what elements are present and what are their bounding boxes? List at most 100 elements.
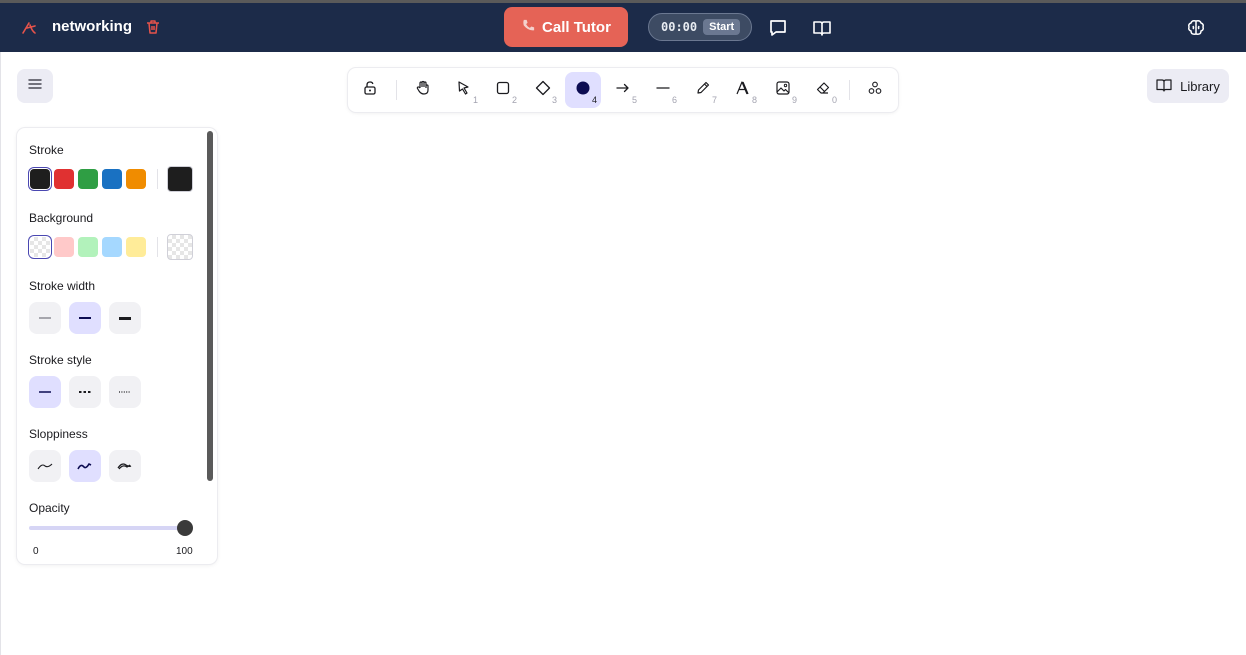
extra-bold-line-icon [119, 316, 131, 320]
stroke-swatch-black[interactable] [30, 169, 50, 189]
stroke-swatch-green[interactable] [78, 169, 98, 189]
cartoonist-stroke-icon [117, 463, 132, 470]
phone-icon [521, 18, 536, 37]
background-swatch-green[interactable] [78, 237, 98, 257]
stroke-swatch-blue[interactable] [102, 169, 122, 189]
brain-icon[interactable] [1185, 17, 1207, 39]
shortcut-key: 2 [511, 95, 517, 105]
eraser-icon [815, 80, 831, 101]
toolbar-separator [396, 80, 397, 100]
opacity-slider-track[interactable] [29, 526, 185, 530]
bold-line-icon [79, 317, 91, 319]
library-button[interactable]: Library [1147, 69, 1229, 103]
properties-panel [17, 128, 217, 564]
library-label: Library [1180, 78, 1220, 94]
shortcut-key: 3 [551, 95, 557, 105]
shape-toolbar: 1 2 3 4 5 6 7 8 9 0 [348, 68, 898, 112]
arrow-right-icon [615, 80, 631, 101]
shortcut-key: 1 [472, 95, 478, 105]
tool-rectangle[interactable]: 2 [485, 72, 521, 108]
stroke-width-extra-bold[interactable] [109, 302, 141, 334]
hand-icon [415, 80, 431, 101]
tool-arrow[interactable]: 5 [605, 72, 641, 108]
stroke-style-label: Stroke style [29, 353, 92, 367]
stroke-style-solid[interactable] [29, 376, 61, 408]
cursor-icon [456, 80, 472, 101]
background-swatch-blue[interactable] [102, 237, 122, 257]
background-label: Background [29, 211, 94, 225]
background-current-color[interactable] [167, 234, 193, 260]
shortcut-key: 7 [711, 95, 717, 105]
tool-diamond[interactable]: 3 [525, 72, 561, 108]
tool-hand[interactable] [405, 72, 441, 108]
artist-stroke-icon [77, 462, 92, 470]
image-icon [775, 80, 791, 101]
stroke-width-label: Stroke width [29, 279, 96, 293]
main-menu-button[interactable] [17, 69, 53, 103]
shortcut-key: 9 [791, 95, 797, 105]
stroke-swatch-orange[interactable] [126, 169, 146, 189]
tool-eraser[interactable]: 0 [805, 72, 841, 108]
ellipse-icon [575, 80, 591, 101]
tool-line[interactable]: 6 [645, 72, 681, 108]
stroke-width-bold[interactable] [69, 302, 101, 334]
background-swatch-transparent[interactable] [30, 237, 50, 257]
tool-selection[interactable]: 1 [446, 72, 482, 108]
stroke-style-dashed[interactable] [69, 376, 101, 408]
chat-icon[interactable] [767, 17, 789, 39]
opacity-slider-thumb[interactable] [177, 520, 193, 536]
rectangle-icon [495, 80, 511, 101]
dashed-line-icon [79, 391, 91, 393]
tool-ellipse[interactable]: 4 [565, 72, 601, 108]
panel-scrollbar[interactable] [207, 131, 213, 481]
solid-line-icon [39, 391, 51, 393]
shortcut-key: 0 [831, 95, 837, 105]
text-icon [735, 80, 751, 101]
background-swatch-red[interactable] [54, 237, 74, 257]
shortcut-key: 6 [671, 95, 677, 105]
session-timer: 00:00 Start [648, 13, 752, 41]
swatch-separator [157, 237, 158, 257]
stroke-swatch-red[interactable] [54, 169, 74, 189]
tool-text[interactable]: 8 [725, 72, 761, 108]
sloppiness-artist[interactable] [69, 450, 101, 482]
timer-value: 00:00 [661, 20, 698, 34]
pencil-icon [695, 80, 711, 101]
app-logo[interactable] [18, 17, 40, 39]
tool-draw[interactable]: 7 [685, 72, 721, 108]
sloppiness-architect[interactable] [29, 450, 61, 482]
opacity-label: Opacity [29, 501, 70, 515]
diamond-icon [535, 80, 551, 101]
hamburger-icon [28, 77, 42, 95]
architect-stroke-icon [37, 463, 53, 470]
sloppiness-label: Sloppiness [29, 427, 88, 441]
shortcut-key: 5 [631, 95, 637, 105]
tool-image[interactable]: 9 [765, 72, 801, 108]
line-icon [655, 80, 671, 101]
shapes-icon [867, 80, 883, 101]
library-book-icon [1156, 78, 1172, 95]
opacity-min-label: 0 [33, 546, 39, 557]
book-icon[interactable] [811, 17, 833, 39]
call-tutor-button[interactable]: Call Tutor [504, 7, 628, 47]
project-name[interactable]: networking [52, 18, 132, 35]
app-header: networking Call Tutor 00:00 Start [0, 3, 1246, 52]
sloppiness-cartoonist[interactable] [109, 450, 141, 482]
call-tutor-label: Call Tutor [542, 18, 611, 36]
tool-more[interactable] [857, 72, 893, 108]
trash-icon[interactable] [144, 18, 162, 36]
timer-start-button[interactable]: Start [703, 19, 741, 35]
tool-lock[interactable] [352, 72, 388, 108]
unlock-icon [362, 80, 378, 101]
shortcut-key: 4 [591, 95, 597, 105]
stroke-label: Stroke [29, 143, 64, 157]
stroke-current-color[interactable] [167, 166, 193, 192]
dotted-line-icon [119, 391, 131, 393]
background-swatch-yellow[interactable] [126, 237, 146, 257]
stroke-width-thin[interactable] [29, 302, 61, 334]
opacity-max-label: 100 [176, 546, 193, 557]
toolbar-separator [849, 80, 850, 100]
shortcut-key: 8 [751, 95, 757, 105]
swatch-separator [157, 169, 158, 189]
stroke-style-dotted[interactable] [109, 376, 141, 408]
